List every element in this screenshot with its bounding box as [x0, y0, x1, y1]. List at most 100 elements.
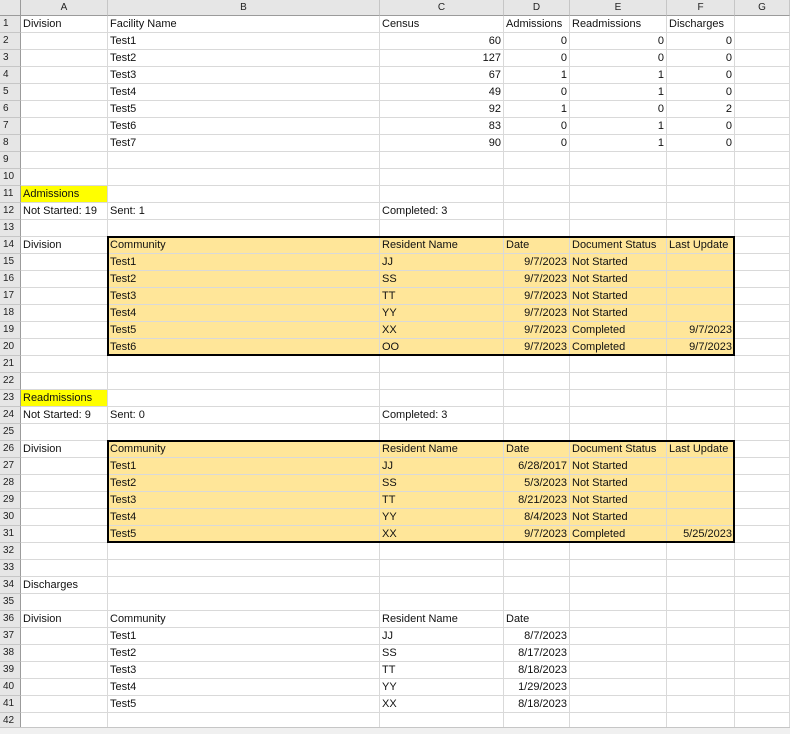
cell[interactable]: 8/17/2023 [504, 645, 570, 662]
cell[interactable] [380, 152, 504, 169]
cell[interactable] [735, 475, 790, 492]
cell[interactable] [667, 152, 735, 169]
cell[interactable]: 0 [504, 84, 570, 101]
cell[interactable] [21, 339, 108, 356]
cell[interactable]: 9/7/2023 [667, 322, 735, 339]
cell[interactable]: YY [380, 305, 504, 322]
row-header[interactable]: 12 [0, 203, 21, 220]
cell[interactable]: 49 [380, 84, 504, 101]
cell[interactable] [570, 679, 667, 696]
cell[interactable] [21, 492, 108, 509]
cell[interactable]: 0 [504, 50, 570, 67]
not-started-count[interactable]: Not Started: 9 [21, 407, 108, 424]
cell[interactable]: OO [380, 339, 504, 356]
cell[interactable] [21, 543, 108, 560]
header-cell[interactable]: Document Status [570, 441, 667, 458]
cell[interactable] [21, 356, 108, 373]
cell[interactable]: YY [380, 509, 504, 526]
row-header[interactable]: 7 [0, 118, 21, 135]
row-header[interactable]: 13 [0, 220, 21, 237]
cell[interactable] [380, 186, 504, 203]
cell[interactable]: Test7 [108, 135, 380, 152]
cell[interactable]: 1 [570, 118, 667, 135]
row-header[interactable]: 31 [0, 526, 21, 543]
cell[interactable] [570, 373, 667, 390]
cell[interactable] [735, 645, 790, 662]
cell[interactable] [735, 339, 790, 356]
cell[interactable]: 8/21/2023 [504, 492, 570, 509]
cell[interactable] [21, 254, 108, 271]
header-cell[interactable]: Facility Name [108, 16, 380, 33]
cell[interactable] [570, 611, 667, 628]
cell[interactable] [504, 373, 570, 390]
cell[interactable] [667, 254, 735, 271]
cell[interactable]: 127 [380, 50, 504, 67]
cell[interactable] [667, 458, 735, 475]
cell[interactable]: Test5 [108, 322, 380, 339]
cell[interactable]: Test3 [108, 67, 380, 84]
cell[interactable]: Not Started [570, 288, 667, 305]
cell[interactable]: Test4 [108, 509, 380, 526]
cell[interactable]: 9/7/2023 [504, 305, 570, 322]
row-header[interactable]: 3 [0, 50, 21, 67]
header-cell[interactable]: Document Status [570, 237, 667, 254]
cell[interactable]: Test5 [108, 696, 380, 713]
cell[interactable] [667, 492, 735, 509]
cell[interactable]: 8/18/2023 [504, 662, 570, 679]
cell[interactable]: 8/4/2023 [504, 509, 570, 526]
header-cell[interactable]: Readmissions [570, 16, 667, 33]
cell[interactable]: XX [380, 696, 504, 713]
cell[interactable] [735, 118, 790, 135]
header-cell[interactable]: Community [108, 611, 380, 628]
cell[interactable]: 0 [667, 84, 735, 101]
row-header[interactable]: 6 [0, 101, 21, 118]
cell[interactable]: Not Started [570, 458, 667, 475]
cell[interactable] [108, 594, 380, 611]
cell[interactable] [504, 577, 570, 594]
cell[interactable] [570, 356, 667, 373]
row-header[interactable]: 29 [0, 492, 21, 509]
cell[interactable] [667, 645, 735, 662]
cell[interactable] [570, 407, 667, 424]
cell[interactable]: 0 [667, 33, 735, 50]
cell[interactable]: 8/7/2023 [504, 628, 570, 645]
cell[interactable] [735, 526, 790, 543]
row-header[interactable]: 35 [0, 594, 21, 611]
cell[interactable]: TT [380, 288, 504, 305]
row-header[interactable]: 36 [0, 611, 21, 628]
cell[interactable]: 0 [667, 135, 735, 152]
cell[interactable]: 9/7/2023 [504, 526, 570, 543]
cell[interactable]: JJ [380, 458, 504, 475]
sent-count[interactable]: Sent: 0 [108, 407, 380, 424]
cell[interactable]: 5/25/2023 [667, 526, 735, 543]
cell[interactable]: 0 [504, 118, 570, 135]
cell[interactable] [570, 220, 667, 237]
cell[interactable] [667, 424, 735, 441]
cell[interactable] [108, 390, 380, 407]
cell[interactable] [21, 135, 108, 152]
cell[interactable]: Completed [570, 322, 667, 339]
row-header[interactable]: 5 [0, 84, 21, 101]
cell[interactable] [735, 696, 790, 713]
cell[interactable] [380, 560, 504, 577]
row-header[interactable]: 39 [0, 662, 21, 679]
header-cell[interactable]: Community [108, 237, 380, 254]
cell[interactable] [21, 475, 108, 492]
cell[interactable] [735, 560, 790, 577]
cell[interactable]: 6/28/2017 [504, 458, 570, 475]
cell[interactable] [735, 662, 790, 679]
cell[interactable] [108, 543, 380, 560]
cell[interactable] [21, 101, 108, 118]
cell[interactable]: 0 [667, 50, 735, 67]
cell[interactable]: 9/7/2023 [504, 271, 570, 288]
cell[interactable]: Completed [570, 526, 667, 543]
cell[interactable]: 83 [380, 118, 504, 135]
cell[interactable] [735, 84, 790, 101]
row-header[interactable]: 30 [0, 509, 21, 526]
cell[interactable] [21, 509, 108, 526]
cell[interactable]: 1 [570, 67, 667, 84]
cell[interactable] [108, 560, 380, 577]
cell[interactable] [735, 203, 790, 220]
cell[interactable] [21, 458, 108, 475]
cell[interactable] [21, 322, 108, 339]
